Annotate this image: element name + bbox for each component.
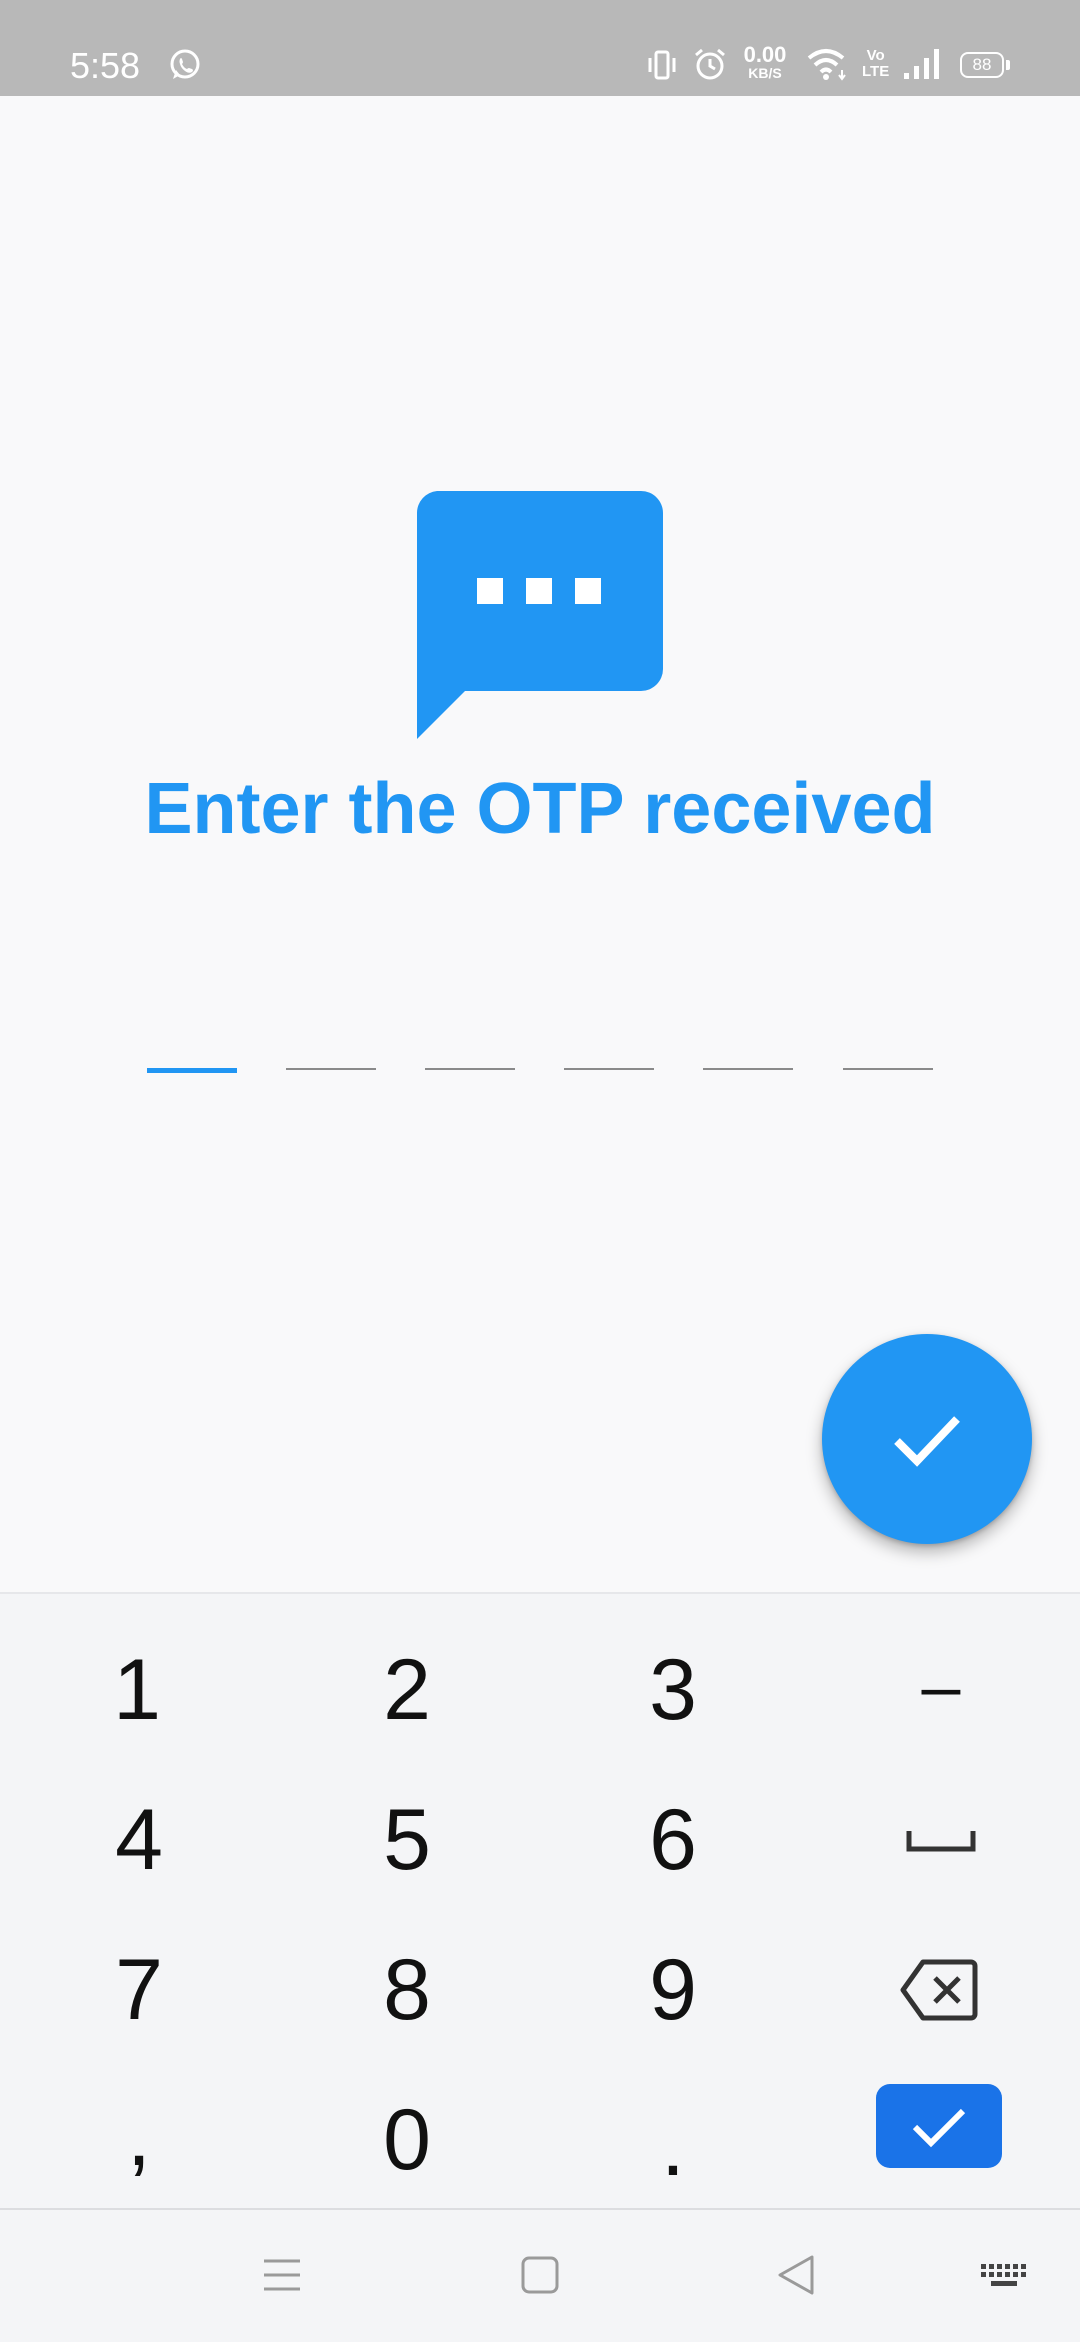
check-icon — [894, 1416, 960, 1467]
battery-tip — [1006, 60, 1010, 70]
menu-icon — [264, 2259, 300, 2291]
nav-keyboard-button[interactable] — [964, 2240, 1044, 2310]
otp-slot-4[interactable] — [564, 1068, 654, 1070]
nav-home-button[interactable] — [500, 2240, 580, 2310]
keyboard-icon — [981, 2264, 1026, 2286]
key-0[interactable]: 0 — [272, 2066, 542, 2214]
status-time: 5:58 — [70, 45, 141, 86]
key-4[interactable]: 4 — [4, 1766, 274, 1914]
otp-slot-2[interactable] — [286, 1068, 376, 1070]
otp-slot-6[interactable] — [843, 1068, 933, 1070]
navigation-bar — [0, 2208, 1080, 2342]
key-space[interactable] — [806, 1766, 1076, 1914]
key-9[interactable]: 9 — [538, 1916, 808, 2064]
key-6[interactable]: 6 — [538, 1766, 808, 1914]
sms-bubble-icon — [416, 491, 663, 739]
key-period[interactable]: . — [538, 2072, 808, 2220]
signal-icon — [904, 49, 939, 79]
key-2[interactable]: 2 — [272, 1616, 542, 1764]
back-icon — [778, 2255, 814, 2295]
page-title: Enter the OTP received — [144, 769, 936, 849]
net-speed-value: 0.00 — [743, 42, 787, 67]
submit-otp-button[interactable] — [822, 1334, 1032, 1544]
volte-line2: LTE — [862, 63, 890, 80]
backspace-icon — [900, 1959, 978, 2021]
otp-slot-3[interactable] — [425, 1068, 515, 1070]
whatsapp-icon — [170, 49, 200, 79]
key-5[interactable]: 5 — [272, 1766, 542, 1914]
otp-slot-1[interactable] — [147, 1068, 237, 1073]
space-icon — [906, 1831, 976, 1852]
done-key-box[interactable] — [876, 2084, 1002, 2168]
key-8[interactable]: 8 — [272, 1916, 542, 2064]
key-done[interactable] — [804, 2052, 1074, 2200]
vibrate-icon — [648, 50, 676, 80]
otp-input[interactable] — [147, 1068, 933, 1074]
done-icon — [912, 2108, 966, 2148]
home-icon — [521, 2256, 559, 2294]
key-1[interactable]: 1 — [2, 1616, 272, 1764]
nav-back-button[interactable] — [756, 2240, 836, 2310]
net-speed: 0.00 KB/S — [738, 42, 792, 81]
key-comma[interactable]: , — [4, 2062, 274, 2210]
battery-icon: 88 — [960, 52, 1004, 78]
wifi-icon — [807, 49, 846, 81]
otp-slot-5[interactable] — [703, 1068, 793, 1070]
key-backspace[interactable] — [804, 1916, 1074, 2064]
key-dash[interactable]: – — [806, 1612, 1076, 1760]
alarm-icon — [695, 48, 725, 80]
key-3[interactable]: 3 — [538, 1616, 808, 1764]
volte-line1: Vo — [866, 47, 885, 64]
volte-indicator: Vo LTE — [862, 48, 889, 80]
status-bar: 5:58 0.00 KB/S Vo LTE 88 — [0, 0, 1080, 96]
nav-menu-button[interactable] — [242, 2240, 322, 2310]
net-speed-unit: KB/S — [748, 65, 782, 81]
key-7[interactable]: 7 — [4, 1916, 274, 2064]
numeric-keyboard: 1 2 3 – 4 5 6 7 8 9 , 0 . — [0, 1592, 1080, 2210]
